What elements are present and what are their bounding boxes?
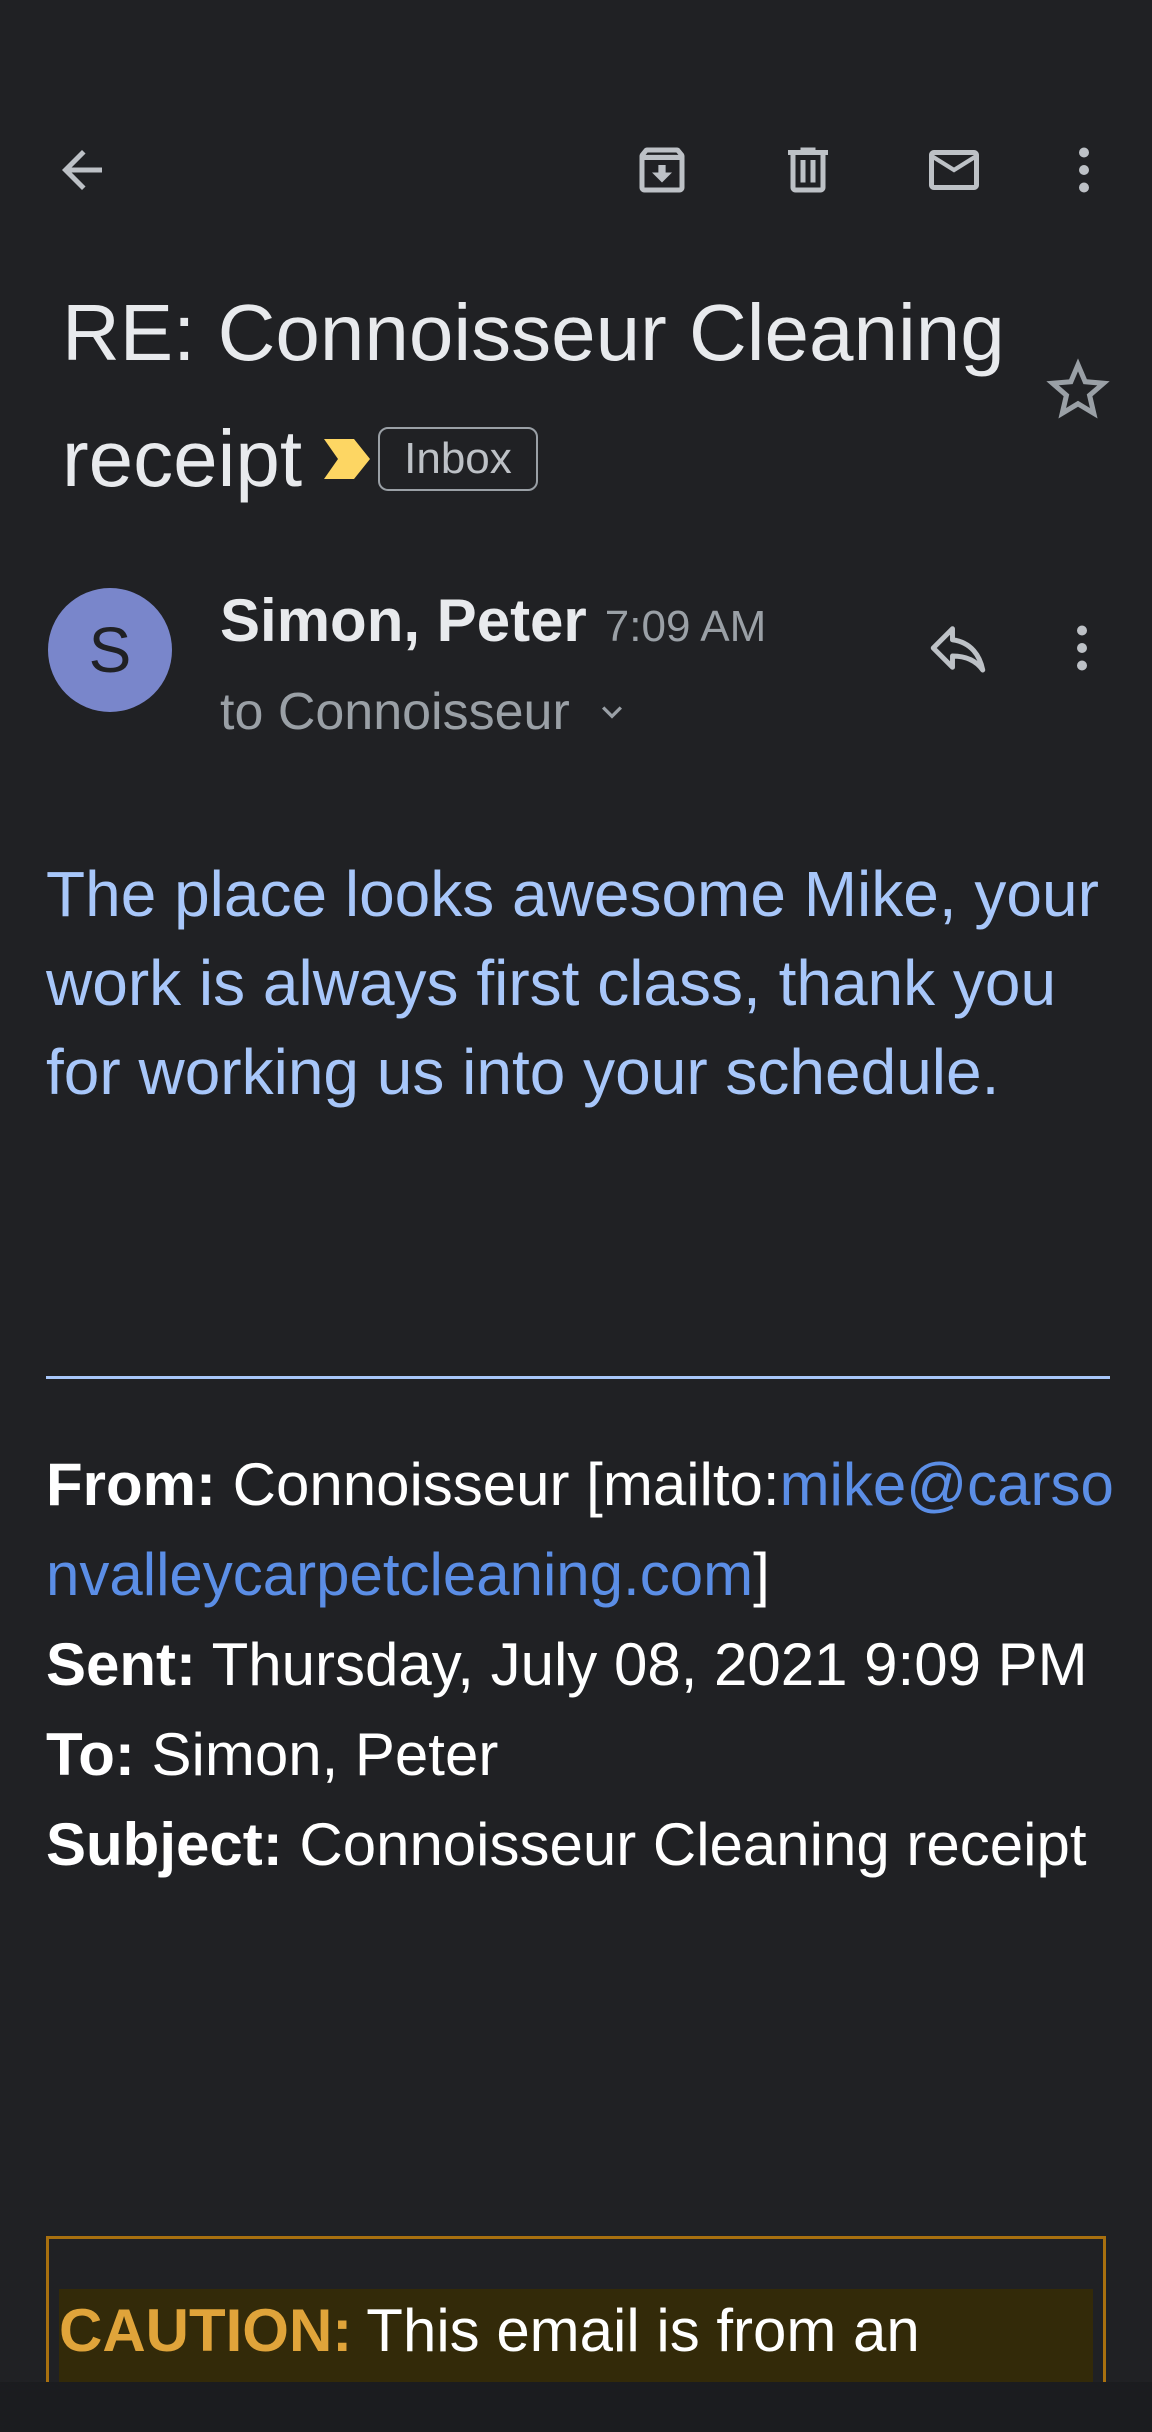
recipient-text: to Connoisseur — [220, 683, 570, 741]
email-view: RE: Connoisseur Cleaning receipt Inbox S… — [0, 0, 1152, 2432]
more-vert-icon — [1077, 625, 1087, 671]
from-label: From: — [46, 1451, 216, 1518]
importance-marker-icon[interactable] — [320, 437, 374, 481]
trash-icon — [788, 147, 828, 193]
caution-text: This email is from an — [366, 2297, 920, 2364]
quoted-to-line: To: Simon, Peter — [46, 1710, 1116, 1800]
reply-button[interactable] — [910, 600, 1006, 696]
caution-label: CAUTION: — [59, 2297, 353, 2364]
quoted-from-line: From: Connoisseur [mailto:mike@carsonval… — [46, 1440, 1116, 1620]
mark-unread-button[interactable] — [904, 120, 1004, 220]
system-nav-bar — [0, 2382, 1152, 2432]
sender-line: Simon, Peter 7:09 AM — [220, 586, 766, 655]
recipient-details-toggle[interactable]: to Connoisseur — [220, 682, 632, 742]
from-end: ] — [753, 1541, 770, 1608]
quote-divider — [46, 1376, 1110, 1379]
more-vert-icon — [1079, 147, 1089, 193]
chevron-down-icon — [601, 706, 622, 719]
quoted-header: From: Connoisseur [mailto:mike@carsonval… — [46, 1440, 1116, 1890]
quoted-subject-line: Subject: Connoisseur Cleaning receipt — [46, 1800, 1116, 1890]
sender-name: Simon, Peter — [220, 587, 587, 654]
subject-quoted-text: Connoisseur Cleaning receipt — [282, 1811, 1087, 1878]
archive-icon — [639, 147, 685, 193]
arrow-back-icon — [62, 150, 102, 190]
to-text: Simon, Peter — [134, 1721, 499, 1788]
mail-icon — [929, 150, 979, 190]
sender-avatar[interactable]: S — [48, 588, 172, 712]
email-subject: RE: Connoisseur Cleaning receipt Inbox — [62, 270, 1022, 522]
sent-label: Sent: — [46, 1631, 196, 1698]
inbox-label-chip[interactable]: Inbox — [378, 426, 538, 491]
back-button[interactable] — [32, 120, 132, 220]
delete-button[interactable] — [758, 120, 858, 220]
subject-label: Subject: — [46, 1811, 283, 1878]
reply-icon — [930, 626, 986, 673]
top-toolbar — [0, 120, 1152, 220]
sent-time: 7:09 AM — [604, 602, 767, 651]
archive-button[interactable] — [612, 120, 712, 220]
message-more-button[interactable] — [1034, 600, 1130, 696]
sent-text: Thursday, July 08, 2021 9:09 PM — [196, 1631, 1088, 1698]
to-label: To: — [46, 1721, 135, 1788]
more-options-button[interactable] — [1034, 120, 1134, 220]
star-icon[interactable] — [1040, 352, 1116, 428]
quoted-sent-line: Sent: Thursday, July 08, 2021 9:09 PM — [46, 1620, 1116, 1710]
message-body: The place looks awesome Mike, your work … — [46, 858, 1099, 1108]
from-text: Connoisseur [mailto: — [215, 1451, 780, 1518]
